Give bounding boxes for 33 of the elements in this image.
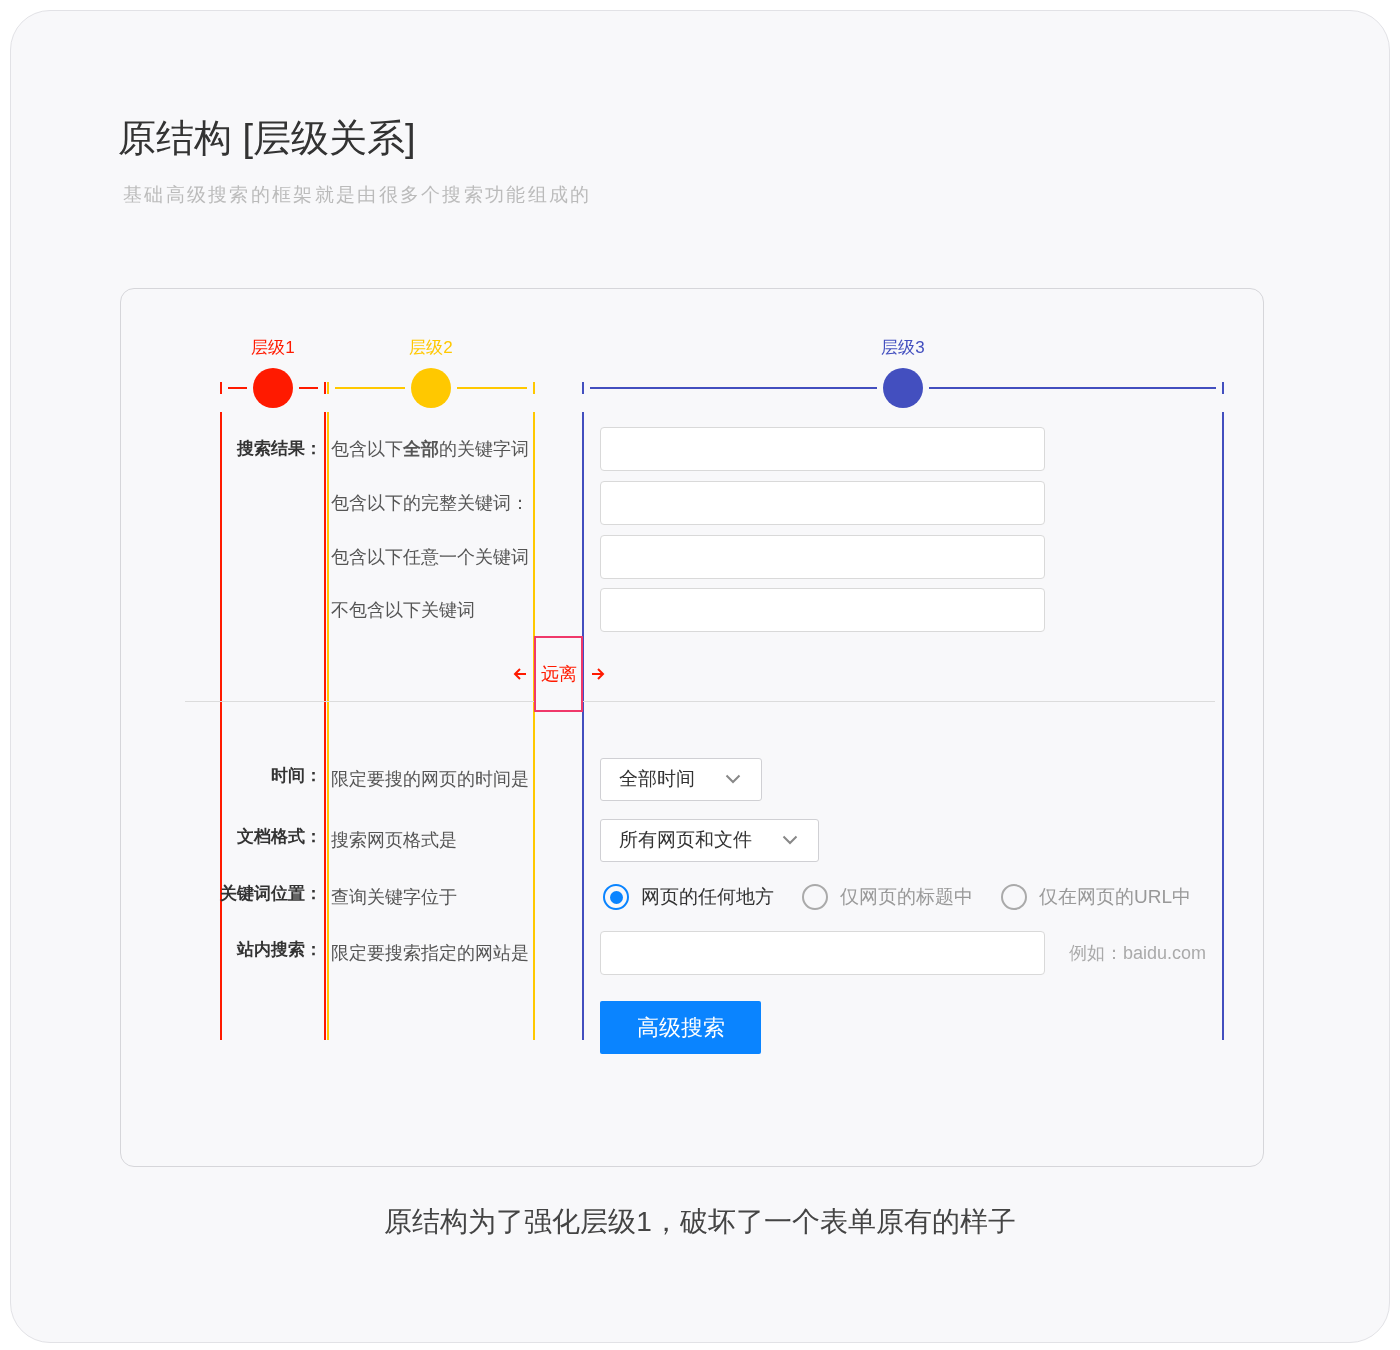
site-input[interactable] — [600, 931, 1045, 975]
search-button[interactable]: 高级搜索 — [600, 1001, 761, 1054]
page-title: 原结构 [层级关系] — [118, 116, 417, 161]
field-description: 包含以下的完整关键词： — [331, 492, 529, 515]
hint-text: 例如：baidu.com — [1069, 942, 1207, 965]
field-description: 不包含以下关键词 — [331, 599, 475, 622]
field-label: 站内搜索： — [237, 939, 323, 961]
field-description: 查询关键字位于 — [331, 886, 457, 909]
field-label: 文档格式： — [237, 826, 323, 848]
field-description: 限定要搜的网页的时间是 — [331, 768, 529, 791]
field-description: 包含以下任意一个关键词 — [331, 546, 529, 569]
field-label: 时间： — [271, 765, 323, 787]
field-description: 限定要搜索指定的网站是 — [331, 942, 529, 965]
distance-label: 远离 — [534, 636, 583, 712]
arrow-right-icon — [591, 667, 605, 681]
level-label: 层级1 — [251, 337, 295, 359]
field-label: 搜索结果： — [237, 438, 323, 460]
field-description: 搜索网页格式是 — [331, 829, 457, 852]
chevron-down-icon — [725, 774, 741, 784]
keyword-input[interactable] — [600, 588, 1045, 632]
arrow-left-icon — [513, 667, 527, 681]
chevron-down-icon — [782, 835, 798, 845]
caption-text: 原结构为了强化层级1，破坏了一个表单原有的样子 — [383, 1205, 1017, 1239]
radio-option[interactable]: 网页的任何地方 — [603, 884, 774, 910]
dropdown[interactable]: 所有网页和文件 — [600, 818, 819, 862]
keyword-input[interactable] — [600, 481, 1045, 525]
field-description: 包含以下全部的关键字词 — [331, 438, 529, 461]
level-label: 层级2 — [409, 337, 453, 359]
dropdown[interactable]: 全部时间 — [600, 757, 762, 801]
keyword-input[interactable] — [600, 427, 1045, 471]
level-label: 层级3 — [881, 337, 925, 359]
keyword-input[interactable] — [600, 535, 1045, 579]
page-subtitle: 基础高级搜索的框架就是由很多个搜索功能组成的 — [123, 183, 593, 207]
